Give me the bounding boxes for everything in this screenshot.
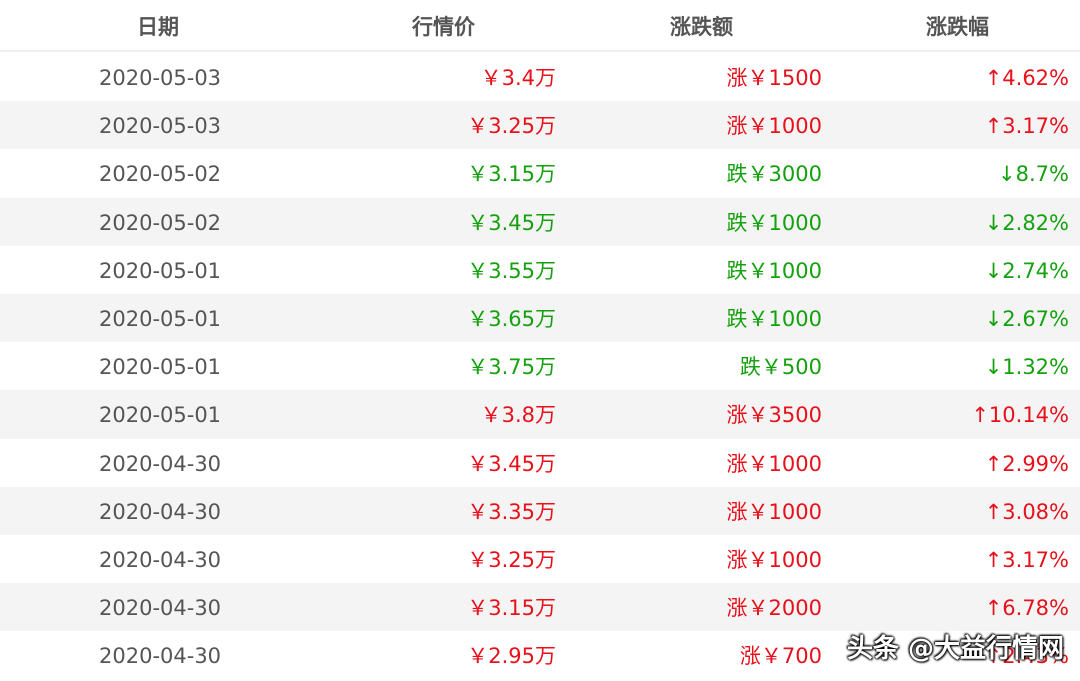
row-change: 跌￥1000 [726,210,822,235]
table-row: 2020-05-01 ￥3.55万 跌￥1000 ↓2.74% [0,246,1080,294]
row-change: 涨￥1000 [726,114,822,139]
header-change: 涨跌额 [670,15,733,39]
row-change: 涨￥1000 [726,499,822,524]
row-change: 涨￥1000 [726,547,822,572]
header-percent: 涨跌幅 [926,15,989,39]
row-change: 涨￥1000 [726,451,822,476]
row-percent: ↓2.67% [984,306,1069,331]
table-body: 2020-05-03 ￥3.4万 涨￥1500 ↑4.62% 2020-05-03 ￥3.… [0,53,1080,679]
row-date: 2020-04-30 [99,547,222,572]
row-date: 2020-04-30 [99,596,222,621]
row-price: ￥3.75万 [467,355,556,380]
row-percent: ↑10.14% [971,403,1069,428]
row-price: ￥3.55万 [467,258,556,283]
row-price: ￥3.15万 [467,596,556,621]
row-date: 2020-05-02 [99,210,222,235]
table-row: 2020-04-30 ￥3.35万 涨￥1000 ↑3.08% [0,486,1080,535]
row-change: 跌￥3000 [726,162,822,187]
row-change: 涨￥1500 [726,66,822,90]
table-row: 2020-05-01 ￥3.8万 涨￥3500 ↑10.14% [0,390,1080,439]
row-date: 2020-04-30 [99,644,222,669]
row-change: 涨￥2000 [726,596,822,621]
row-date: 2020-04-30 [99,499,222,524]
row-change: 跌￥1000 [726,306,822,331]
table-row: 2020-05-02 ￥3.45万 跌￥1000 ↓2.82% [0,197,1080,246]
watermark: 头条 @大益行情网 [846,634,1064,664]
header-date: 日期 [137,15,179,39]
row-date: 2020-05-01 [99,355,222,380]
table-row: 2020-04-30 ￥3.25万 涨￥1000 ↑3.17% [0,535,1080,583]
row-percent: ↑3.17% [984,114,1069,139]
row-price: ￥2.95万 [467,644,556,669]
row-change: 涨￥700 [739,644,822,669]
row-percent: ↑2.99% [984,451,1069,476]
row-date: 2020-05-01 [99,258,222,283]
row-price: ￥3.4万 [480,66,556,90]
row-change: 跌￥1000 [726,258,822,283]
header-price: 行情价 [412,15,475,39]
row-date: 2020-05-03 [99,114,222,139]
row-price: ￥3.25万 [467,547,556,572]
table-header: 日期 行情价 涨跌额 涨跌幅 [0,0,1080,52]
row-price: ￥3.8万 [480,403,556,428]
row-percent: ↑4.62% [984,66,1069,90]
row-percent: ↓2.74% [984,258,1069,283]
price-table: 日期 行情价 涨跌额 涨跌幅 2020-05-03 ￥3.4万 涨￥1500 ↑4.6… [0,0,1080,679]
row-price: ￥3.25万 [467,114,556,139]
row-date: 2020-04-30 [99,451,222,476]
row-date: 2020-05-01 [99,403,222,428]
table-row: 2020-05-03 ￥3.4万 涨￥1500 ↑4.62% [0,53,1080,101]
row-percent: ↑3.08% [984,499,1069,524]
row-percent: ↓2.82% [984,210,1069,235]
row-date: 2020-05-01 [99,306,222,331]
row-price: ￥3.65万 [467,306,556,331]
row-change: 涨￥3500 [726,403,822,428]
row-percent: ↓8.7% [998,162,1069,187]
row-date: 2020-05-03 [99,66,222,90]
row-percent: ↑3.17% [984,547,1069,572]
table-row: 2020-05-03 ￥3.25万 涨￥1000 ↑3.17% [0,101,1080,150]
table-row: 2020-05-01 ￥3.75万 跌￥500 ↓1.32% [0,342,1080,390]
row-price: ￥3.15万 [467,162,556,187]
table-row: 2020-05-01 ￥3.65万 跌￥1000 ↓2.67% [0,293,1080,343]
row-price: ￥3.35万 [467,499,556,524]
table-row: 2020-05-02 ￥3.15万 跌￥3000 ↓8.7% [0,149,1080,197]
row-change: 跌￥500 [739,355,822,380]
row-date: 2020-05-02 [99,162,222,187]
row-percent: ↓1.32% [984,355,1069,380]
row-price: ￥3.45万 [467,451,556,476]
table-row: 2020-04-30 ￥3.45万 涨￥1000 ↑2.99% [0,439,1080,487]
table-row: 2020-04-30 ￥3.15万 涨￥2000 ↑6.78% [0,583,1080,632]
row-percent: ↑6.78% [984,596,1069,621]
row-price: ￥3.45万 [467,210,556,235]
